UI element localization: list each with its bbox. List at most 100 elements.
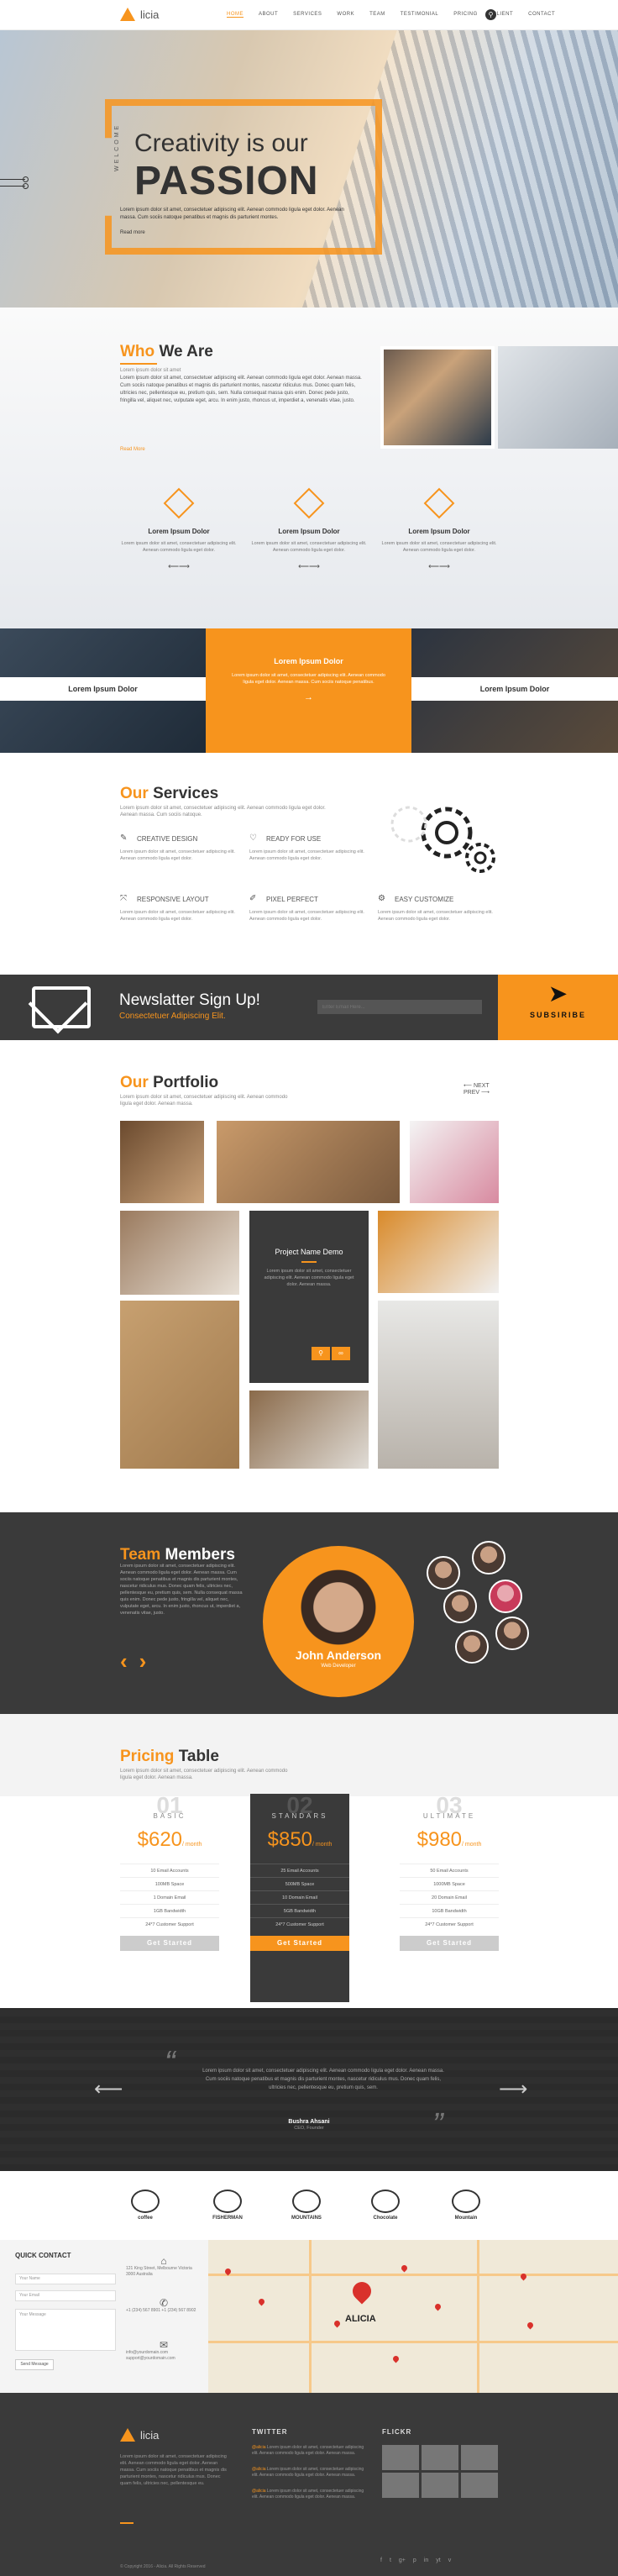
menu-item-services[interactable]: SERVICES	[293, 12, 322, 18]
chevron-right-icon[interactable]: ›	[139, 1648, 159, 1674]
footer-logo-text: licia	[140, 2428, 160, 2442]
menu-item-pricing[interactable]: PRICING	[453, 12, 478, 18]
linkedin-icon[interactable]: in	[424, 2558, 428, 2563]
vimeo-icon[interactable]: v	[448, 2558, 452, 2563]
team-featured-member: John Anderson Web Developer	[263, 1546, 414, 1697]
location-map[interactable]: ALICIA	[208, 2240, 618, 2393]
map-pin-icon[interactable]	[433, 2302, 443, 2311]
menu-item-testimonial[interactable]: TESTIMONIAL	[401, 12, 439, 18]
get-started-button[interactable]: Get Started	[400, 1936, 499, 1951]
get-started-button[interactable]: Get Started	[120, 1936, 219, 1951]
menu-item-contact[interactable]: CONTACT	[528, 12, 555, 18]
portfolio-item-desk[interactable]	[120, 1211, 239, 1295]
tweet-handle[interactable]: @alicia	[252, 2467, 265, 2472]
footer-logo[interactable]: licia	[120, 2428, 159, 2442]
pinterest-icon[interactable]: p	[413, 2558, 416, 2563]
menu-item-about[interactable]: ABOUT	[259, 12, 278, 18]
google-plus-icon[interactable]: g+	[399, 2558, 406, 2563]
price-amount: 980	[427, 1828, 463, 1851]
search-icon[interactable]: ⚲	[312, 1347, 330, 1360]
flickr-thumb[interactable]	[382, 2473, 419, 2498]
get-started-button[interactable]: Get Started	[250, 1936, 349, 1951]
flickr-thumb[interactable]	[461, 2473, 498, 2498]
slider-dot[interactable]	[0, 176, 29, 182]
tweet-text: Lorem ipsum dolor sit amet, consectetuer…	[252, 2445, 364, 2456]
project-divider	[301, 1261, 317, 1263]
flickr-thumb[interactable]	[382, 2445, 419, 2470]
client-name: coffee	[138, 2216, 153, 2221]
map-pin-icon[interactable]	[526, 2321, 535, 2330]
team-thumbnail[interactable]	[427, 1556, 460, 1590]
flickr-thumb[interactable]	[422, 2445, 458, 2470]
send-message-button[interactable]: Send Message	[15, 2359, 54, 2370]
client-logo[interactable]: Mountain	[445, 2190, 487, 2221]
message-textarea[interactable]: Your Message	[15, 2309, 116, 2351]
portfolio-item-plant[interactable]	[217, 1121, 400, 1203]
client-logo[interactable]: FISHERMAN	[207, 2190, 249, 2221]
youtube-icon[interactable]: yt	[436, 2558, 440, 2563]
map-pin-icon[interactable]	[257, 2297, 266, 2306]
portfolio-project-card[interactable]: Project Name Demo Lorem ipsum dolor sit …	[249, 1211, 369, 1383]
portfolio-item-fruit[interactable]	[410, 1121, 499, 1203]
team-thumbnail[interactable]	[489, 1580, 522, 1613]
menu-item-work[interactable]: WORK	[337, 12, 354, 18]
team-section: Team Members Lorem ipsum dolor sit amet,…	[0, 1512, 618, 1714]
plan-feature: 500MB Space	[250, 1877, 349, 1890]
service-text: Lorem ipsum dolor sit amet, consectetuer…	[249, 849, 364, 861]
chevron-left-icon[interactable]: ‹	[120, 1648, 139, 1674]
arrow-left-icon[interactable]: ⟵	[94, 2077, 123, 2101]
link-icon[interactable]: ∞	[332, 1347, 350, 1360]
search-icon[interactable]: ⚲	[485, 9, 496, 20]
service-item: ✐ PIXEL PERFECT Lorem ipsum dolor sit ame…	[249, 894, 375, 923]
portfolio-next-button[interactable]: ⟵ NEXT	[464, 1082, 490, 1089]
project-actions: ⚲ ∞	[312, 1347, 350, 1360]
client-logo[interactable]: Chocolate	[364, 2190, 406, 2221]
email-input[interactable]: Your Email	[15, 2290, 116, 2301]
tweet-handle[interactable]: @alicia	[252, 2489, 265, 2494]
about-read-more-link[interactable]: Read More	[120, 447, 145, 452]
map-pin-icon[interactable]	[333, 2319, 342, 2328]
flickr-thumb[interactable]	[422, 2473, 458, 2498]
team-thumbnail[interactable]	[472, 1541, 505, 1575]
slider-controls[interactable]	[0, 173, 29, 192]
strip-label-right[interactable]: Lorem Ipsum Dolor	[411, 677, 618, 701]
twitter-icon[interactable]: t	[390, 2558, 391, 2563]
menu-item-team[interactable]: TEAM	[369, 12, 385, 18]
flickr-thumb[interactable]	[461, 2445, 498, 2470]
portfolio-item-table[interactable]	[120, 1301, 239, 1469]
strip-label-left[interactable]: Lorem Ipsum Dolor	[0, 677, 206, 701]
team-thumbnail[interactable]	[455, 1630, 489, 1664]
arrows-icon[interactable]: ⟵⟶	[250, 562, 368, 571]
team-thumbnail[interactable]	[443, 1590, 477, 1623]
map-pin-icon[interactable]	[391, 2354, 401, 2363]
contact-title: QUICK CONTACT	[15, 2252, 71, 2259]
team-thumbnail[interactable]	[495, 1617, 529, 1650]
arrow-right-icon[interactable]: →	[206, 692, 411, 702]
map-main-pin-icon[interactable]	[348, 2278, 375, 2305]
service-label: RESPONSIVE LAYOUT	[137, 895, 209, 903]
newsletter-email-input[interactable]	[317, 1000, 482, 1014]
hero-read-more-link[interactable]: Read more	[120, 230, 145, 235]
facebook-icon[interactable]: f	[380, 2558, 382, 2563]
portfolio-item-notebook[interactable]	[378, 1211, 499, 1293]
service-label: EASY CUSTOMIZE	[395, 895, 454, 903]
slider-dot[interactable]	[0, 183, 29, 189]
arrows-icon[interactable]: ⟵⟶	[120, 562, 238, 571]
portfolio-prev-button[interactable]: PREV ⟶	[464, 1089, 490, 1096]
tweet-handle[interactable]: @alicia	[252, 2445, 265, 2450]
name-input[interactable]: Your Name	[15, 2274, 116, 2284]
hero-text: Lorem ipsum dolor sit amet, consectetuer…	[120, 208, 344, 220]
logo[interactable]: licia	[120, 8, 159, 21]
arrow-right-icon[interactable]: ⟶	[499, 2077, 527, 2101]
arrows-icon[interactable]: ⟵⟶	[380, 562, 498, 571]
portfolio-item-coffee[interactable]	[120, 1121, 204, 1203]
menu-item-home[interactable]: HOME	[227, 12, 244, 18]
client-logo[interactable]: coffee	[124, 2190, 166, 2221]
client-logo[interactable]: MOUNTAINS	[285, 2190, 327, 2221]
subscribe-button[interactable]: ➤ SUBSIRIBE	[498, 975, 618, 1040]
map-pin-icon[interactable]	[400, 2263, 409, 2273]
quote-open-icon: “	[165, 2045, 175, 2080]
portfolio-item-food[interactable]	[249, 1391, 369, 1469]
portfolio-item-lamp[interactable]	[378, 1301, 499, 1469]
services-title: Our Services	[120, 785, 218, 803]
